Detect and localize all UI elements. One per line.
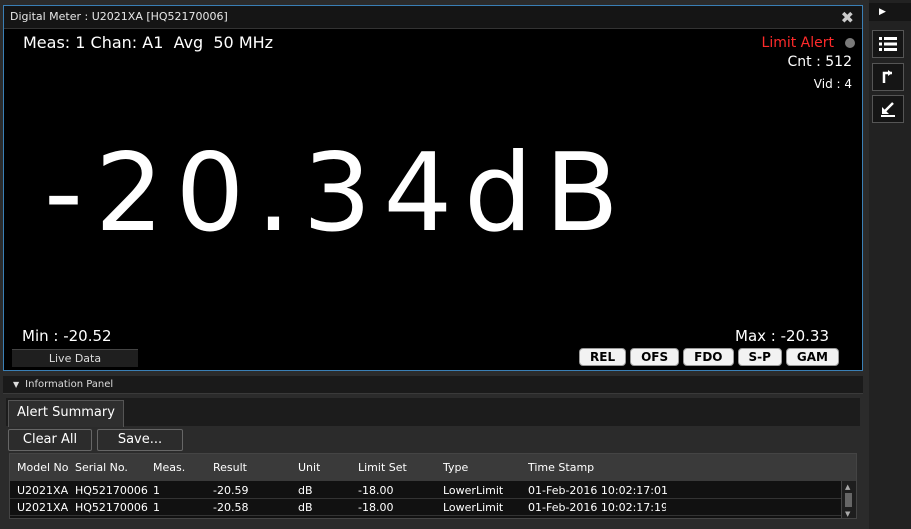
arrow-down-left-icon[interactable]	[872, 95, 904, 123]
alert-summary-table: Model No Serial No. Meas. Result Unit Li…	[9, 453, 857, 519]
column-header-time-stamp[interactable]: Time Stamp	[528, 461, 594, 474]
measurement-info: Meas: 1 Chan: A1 Avg 50 MHz	[23, 33, 274, 52]
table-header: Model No Serial No. Meas. Result Unit Li…	[10, 454, 856, 481]
information-panel-title: Information Panel	[25, 379, 114, 390]
arrow-down-left-glyph	[881, 102, 895, 117]
s-p-button[interactable]: S-P	[737, 348, 782, 366]
cell-unit: dB	[298, 484, 313, 497]
column-header-serial[interactable]: Serial No.	[75, 461, 128, 474]
cell-type: LowerLimit	[443, 501, 504, 514]
min-readout: Min : -20.52	[22, 327, 112, 345]
table-scrollbar[interactable]: ▲ ▼	[841, 481, 856, 518]
meter-title: Digital Meter : U2021XA [HQ52170006]	[10, 10, 228, 23]
ofs-button[interactable]: OFS	[630, 348, 680, 366]
cell-model: U2021XA	[17, 484, 69, 497]
meter-titlebar: Digital Meter : U2021XA [HQ52170006] ✖	[4, 6, 862, 29]
rel-button[interactable]: REL	[579, 348, 627, 366]
tab-alert-summary[interactable]: Alert Summary	[8, 400, 124, 427]
information-panel-header[interactable]: ▼ Information Panel	[3, 376, 863, 394]
live-data-tab[interactable]: Live Data	[12, 349, 138, 367]
cell-meas: 1	[153, 501, 160, 514]
cell-serial: HQ52170006	[75, 484, 148, 497]
max-readout: Max : -20.33	[735, 327, 829, 345]
cell-result: -20.59	[213, 484, 249, 497]
cell-limit-set: -18.00	[358, 501, 394, 514]
fdo-button[interactable]: FDO	[683, 348, 734, 366]
cell-model: U2021XA	[17, 501, 69, 514]
cell-limit-set: -18.00	[358, 484, 394, 497]
column-header-type[interactable]: Type	[443, 461, 468, 474]
cell-time-stamp: 01-Feb-2016 10:02:17:01	[528, 484, 669, 497]
info-tabbar: Alert Summary	[6, 398, 860, 427]
close-icon[interactable]: ✖	[841, 8, 854, 27]
mode-button-group: REL OFS FDO S-P GAM	[579, 348, 839, 366]
scroll-thumb[interactable]	[845, 493, 852, 507]
column-header-meas[interactable]: Meas.	[153, 461, 185, 474]
count-readout: Cnt : 512	[787, 54, 852, 70]
cell-meas: 1	[153, 484, 160, 497]
table-row[interactable]: U2021XA HQ52170006 1 -20.58 dB -18.00 Lo…	[10, 499, 842, 516]
digital-meter-window: Digital Meter : U2021XA [HQ52170006] ✖ M…	[3, 5, 863, 371]
scroll-up-icon[interactable]: ▲	[845, 483, 850, 491]
gam-button[interactable]: GAM	[785, 348, 839, 366]
cell-serial: HQ52170006	[75, 501, 148, 514]
expand-toolbar-button[interactable]: ▶	[869, 3, 911, 21]
limit-alert-label: Limit Alert	[761, 35, 834, 51]
cell-unit: dB	[298, 501, 313, 514]
clear-all-button[interactable]: Clear All	[8, 429, 92, 451]
chevron-right-icon: ▶	[879, 7, 886, 17]
cell-time-stamp: 01-Feb-2016 10:02:17:19	[528, 501, 666, 514]
main-reading: -20.34dB	[44, 131, 631, 256]
return-icon[interactable]	[872, 63, 904, 91]
right-toolbar: ▶	[869, 0, 911, 529]
list-icon[interactable]	[872, 30, 904, 58]
cell-result: -20.58	[213, 501, 249, 514]
save-button[interactable]: Save...	[97, 429, 183, 451]
list-glyph	[879, 37, 897, 51]
table-row[interactable]: U2021XA HQ52170006 1 -20.59 dB -18.00 Lo…	[10, 482, 842, 499]
column-header-result[interactable]: Result	[213, 461, 247, 474]
video-readout: Vid : 4	[813, 77, 852, 91]
cell-type: LowerLimit	[443, 484, 504, 497]
caret-down-icon[interactable]: ▼	[13, 376, 19, 393]
scroll-down-icon[interactable]: ▼	[845, 510, 850, 518]
column-header-unit[interactable]: Unit	[298, 461, 320, 474]
limit-alert-indicator-icon	[845, 38, 855, 48]
return-glyph	[882, 70, 892, 83]
column-header-limit-set[interactable]: Limit Set	[358, 461, 407, 474]
column-header-model[interactable]: Model No	[17, 461, 69, 474]
